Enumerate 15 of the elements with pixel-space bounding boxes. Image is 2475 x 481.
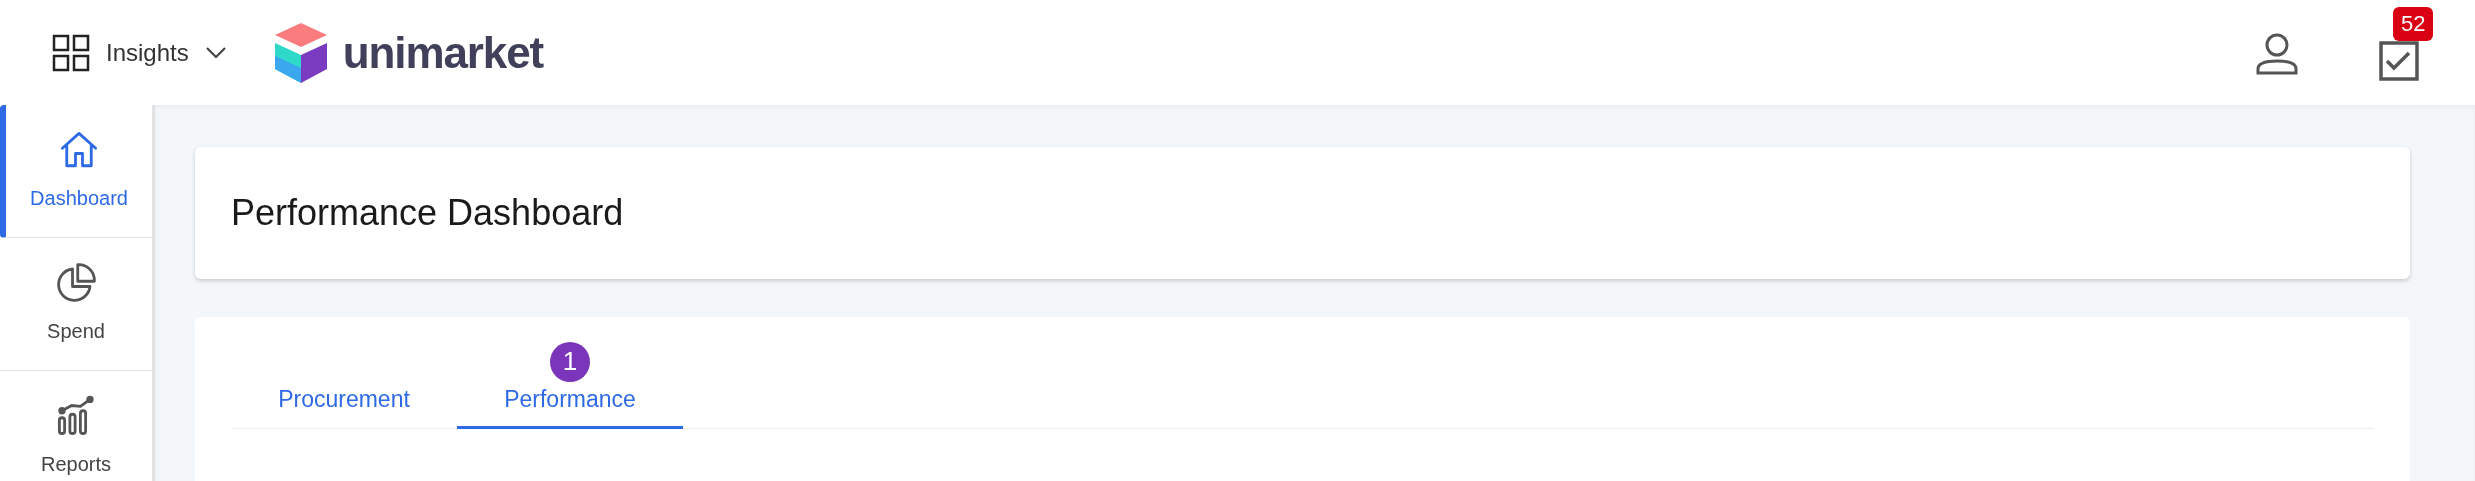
chart-icon	[55, 395, 97, 437]
app-switcher[interactable]: Insights	[52, 33, 227, 72]
grid-icon	[52, 33, 90, 72]
tab[interactable]: Procurement	[231, 337, 457, 429]
notification-badge: 52	[2393, 7, 2434, 41]
pie-chart-icon	[55, 262, 97, 304]
logo-wordmark: unimarket	[342, 26, 544, 79]
sidebar-item[interactable]: Spend	[0, 238, 152, 371]
chevron-down-icon	[204, 45, 227, 60]
page-title: Performance Dashboard	[231, 191, 624, 235]
cube-logo-icon	[274, 22, 327, 83]
tab[interactable]: 1 Performance	[457, 337, 683, 429]
tasks-icon[interactable]	[2379, 41, 2419, 81]
sidebar-item[interactable]: Reports	[0, 371, 152, 481]
step-badge: 1	[550, 341, 590, 382]
